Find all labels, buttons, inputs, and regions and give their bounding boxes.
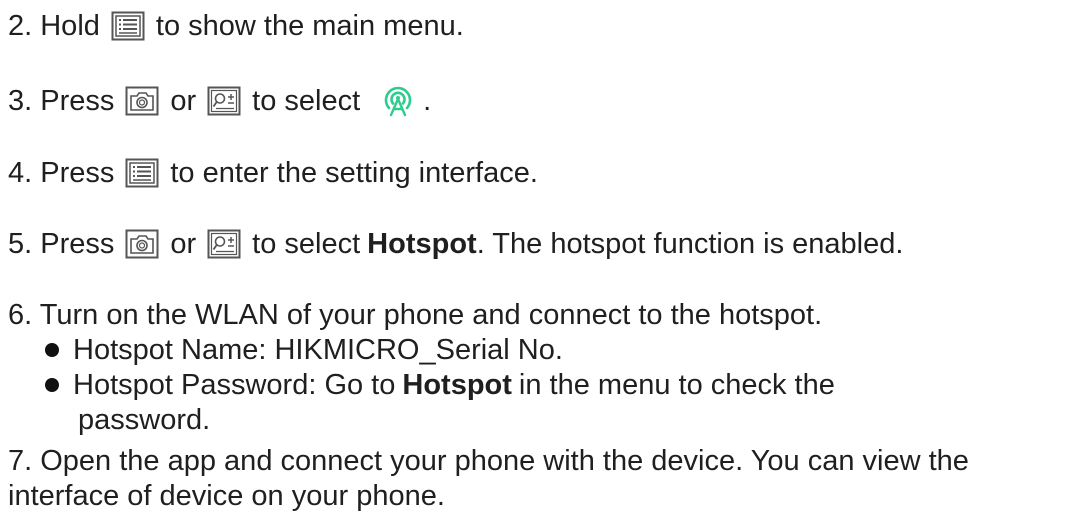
- step-7-line-2: interface of device on your phone.: [8, 478, 445, 514]
- hotspot-password-pre: Hotspot Password: Go to: [73, 369, 396, 401]
- step-6: 6. Turn on the WLAN of your phone and co…: [8, 297, 822, 333]
- zoom-icon: [206, 228, 242, 260]
- bullet-icon: [45, 378, 59, 392]
- step-4-suffix: to enter the setting interface.: [170, 157, 538, 189]
- hotspot-password-term: Hotspot: [402, 369, 512, 401]
- step-3-prefix: 3. Press: [8, 85, 115, 117]
- hotspot-name-text: Hotspot Name: HIKMICRO_Serial No.: [73, 334, 563, 366]
- step-7-text-2: interface of device on your phone.: [8, 480, 445, 512]
- step-6-text: 6. Turn on the WLAN of your phone and co…: [8, 299, 823, 331]
- step-3-suffix: .: [423, 85, 432, 117]
- step-2: 2. Hold to show the main menu.: [8, 8, 464, 44]
- step-6-bullet-2: Hotspot Password: Go to Hotspot in the m…: [45, 367, 835, 403]
- step-2-suffix: to show the main menu.: [155, 10, 464, 42]
- step-3-mid: to select: [252, 85, 361, 117]
- step-2-prefix: 2. Hold: [8, 10, 100, 42]
- menu-icon: [110, 10, 146, 42]
- step-3-or: or: [170, 85, 197, 117]
- step-7-text-1: 7. Open the app and connect your phone w…: [8, 445, 969, 477]
- step-5: 5. Press or to select Hotspot . The hots…: [8, 226, 903, 262]
- step-6-bullet-2-continued: password.: [78, 402, 210, 438]
- step-4-prefix: 4. Press: [8, 157, 115, 189]
- hotspot-password-cont: password.: [78, 404, 211, 436]
- step-5-prefix: 5. Press: [8, 228, 115, 260]
- camera-icon: [124, 228, 160, 260]
- step-5-suffix: . The hotspot function is enabled.: [476, 228, 904, 260]
- manual-page: 2. Hold to show the main menu. 3. Press: [0, 0, 1072, 520]
- hotspot-password-post: in the menu to check the: [518, 369, 835, 401]
- bullet-icon: [45, 343, 59, 357]
- step-4: 4. Press to enter the setting interface.: [8, 155, 538, 191]
- camera-icon: [124, 85, 160, 117]
- step-5-mid: to select: [252, 228, 361, 260]
- zoom-icon: [206, 85, 242, 117]
- step-7-line-1: 7. Open the app and connect your phone w…: [8, 443, 969, 479]
- step-6-bullet-1: Hotspot Name: HIKMICRO_Serial No.: [45, 332, 563, 368]
- step-3: 3. Press or to select .: [8, 83, 431, 119]
- hotspot-icon: [380, 85, 416, 117]
- step-5-or: or: [170, 228, 197, 260]
- step-5-hotspot-term: Hotspot: [367, 228, 477, 260]
- menu-icon: [124, 157, 160, 189]
